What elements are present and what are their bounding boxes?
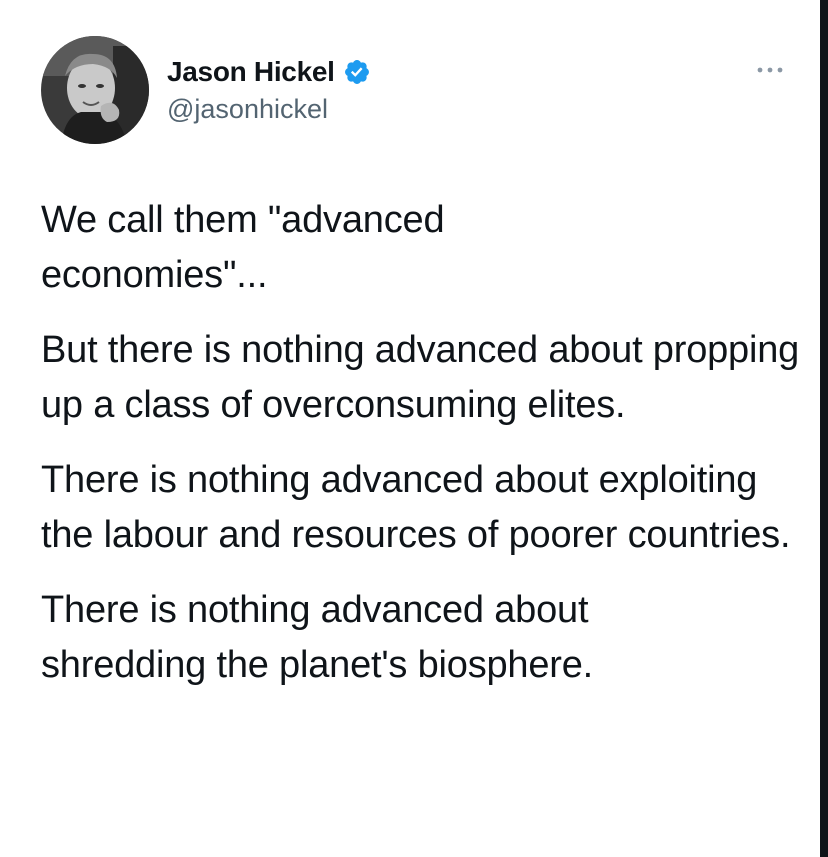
verified-badge-icon: [343, 58, 371, 86]
tweet-paragraph: But there is nothing advanced about prop…: [41, 329, 800, 426]
tweet-card: Jason Hickel @jasonhickel We call them "…: [0, 0, 820, 857]
tweet-paragraph: There is nothing advanced about exploiti…: [41, 459, 791, 556]
author-display-name[interactable]: Jason Hickel: [167, 52, 335, 92]
author-name-row: Jason Hickel: [167, 52, 371, 92]
more-horizontal-icon: [757, 67, 783, 73]
avatar[interactable]: [41, 36, 149, 144]
tweet-paragraph: There is nothing advanced about shreddin…: [41, 589, 594, 686]
tweet-paragraph: We call them "advanced economies"...: [41, 199, 445, 296]
avatar-photo: [41, 36, 149, 144]
window-edge: [820, 0, 828, 857]
author-handle[interactable]: @jasonhickel: [167, 91, 328, 127]
more-options-button[interactable]: [750, 56, 790, 84]
tweet-text: We call them "advanced economies"... But…: [41, 193, 801, 713]
